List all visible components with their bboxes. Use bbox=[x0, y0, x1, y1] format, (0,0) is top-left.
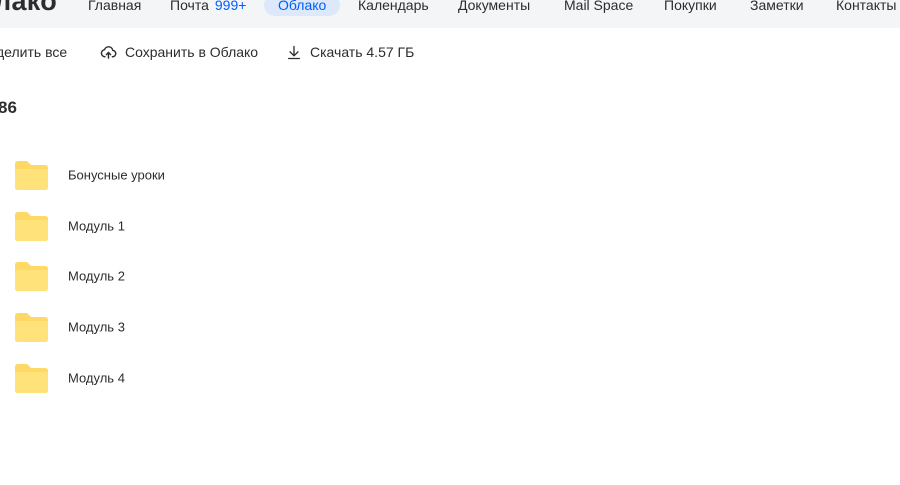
cloud-upload-icon bbox=[100, 45, 117, 59]
folder-name: Модуль 1 bbox=[68, 218, 125, 234]
folder-row[interactable]: Модуль 3 bbox=[12, 310, 212, 344]
nav-item-label: Документы bbox=[458, 0, 531, 13]
nav-item-label: Контакты bbox=[836, 0, 897, 13]
folder-icon bbox=[15, 313, 48, 342]
save-to-cloud-label: Сохранить в Облако bbox=[125, 44, 259, 60]
cloud-logo[interactable]: лако bbox=[0, 0, 57, 17]
top-navigation: лако Главная Почта 999+ Облако Календарь … bbox=[0, 0, 900, 28]
nav-item-label: Mail Space bbox=[564, 0, 634, 13]
nav-item-documents[interactable]: Документы bbox=[458, 0, 530, 16]
nav-item-label: Облако bbox=[278, 0, 327, 13]
nav-item-purchases[interactable]: Покупки bbox=[664, 0, 717, 16]
folder-name: Бонусные уроки bbox=[68, 167, 165, 183]
mail-unread-badge: 999+ bbox=[214, 0, 247, 13]
nav-item-label: Календарь bbox=[358, 0, 429, 13]
nav-item-mail[interactable]: Почта 999+ bbox=[170, 0, 246, 16]
folder-icon bbox=[15, 212, 48, 241]
select-all-button[interactable]: делить все bbox=[0, 42, 67, 62]
nav-item-mail-space[interactable]: Mail Space bbox=[564, 0, 633, 16]
page: лако Главная Почта 999+ Облако Календарь … bbox=[0, 0, 900, 485]
nav-item-cloud[interactable]: Облако bbox=[264, 0, 341, 16]
nav-item-contacts[interactable]: Контакты bbox=[836, 0, 896, 16]
folder-name: Модуль 2 bbox=[68, 268, 125, 284]
folder-name: Модуль 4 bbox=[68, 370, 125, 386]
folder-name: Модуль 3 bbox=[68, 319, 125, 335]
nav-item-notes[interactable]: Заметки bbox=[750, 0, 804, 16]
nav-item-label: Почта bbox=[170, 0, 209, 13]
download-icon bbox=[288, 45, 300, 59]
nav-item-label: Заметки bbox=[750, 0, 804, 13]
download-label: Скачать 4.57 ГБ bbox=[310, 44, 415, 60]
folder-row[interactable]: Модуль 4 bbox=[12, 361, 212, 395]
save-to-cloud-button[interactable]: Сохранить в Облако bbox=[100, 42, 258, 62]
folder-icon bbox=[15, 262, 48, 291]
nav-item-label: Покупки bbox=[664, 0, 717, 13]
folder-row[interactable]: Модуль 1 bbox=[12, 209, 212, 243]
download-button[interactable]: Скачать 4.57 ГБ bbox=[286, 42, 414, 62]
folder-icon bbox=[15, 364, 48, 393]
nav-item-label: Главная bbox=[88, 0, 142, 13]
nav-item-calendar[interactable]: Календарь bbox=[358, 0, 429, 16]
folder-row[interactable]: Бонусные уроки bbox=[12, 158, 212, 192]
folder-icon bbox=[15, 161, 48, 190]
nav-item-home[interactable]: Главная bbox=[88, 0, 141, 16]
folder-row[interactable]: Модуль 2 bbox=[12, 259, 212, 293]
folder-count: 86 bbox=[0, 98, 17, 117]
select-all-label: делить все bbox=[0, 44, 68, 60]
